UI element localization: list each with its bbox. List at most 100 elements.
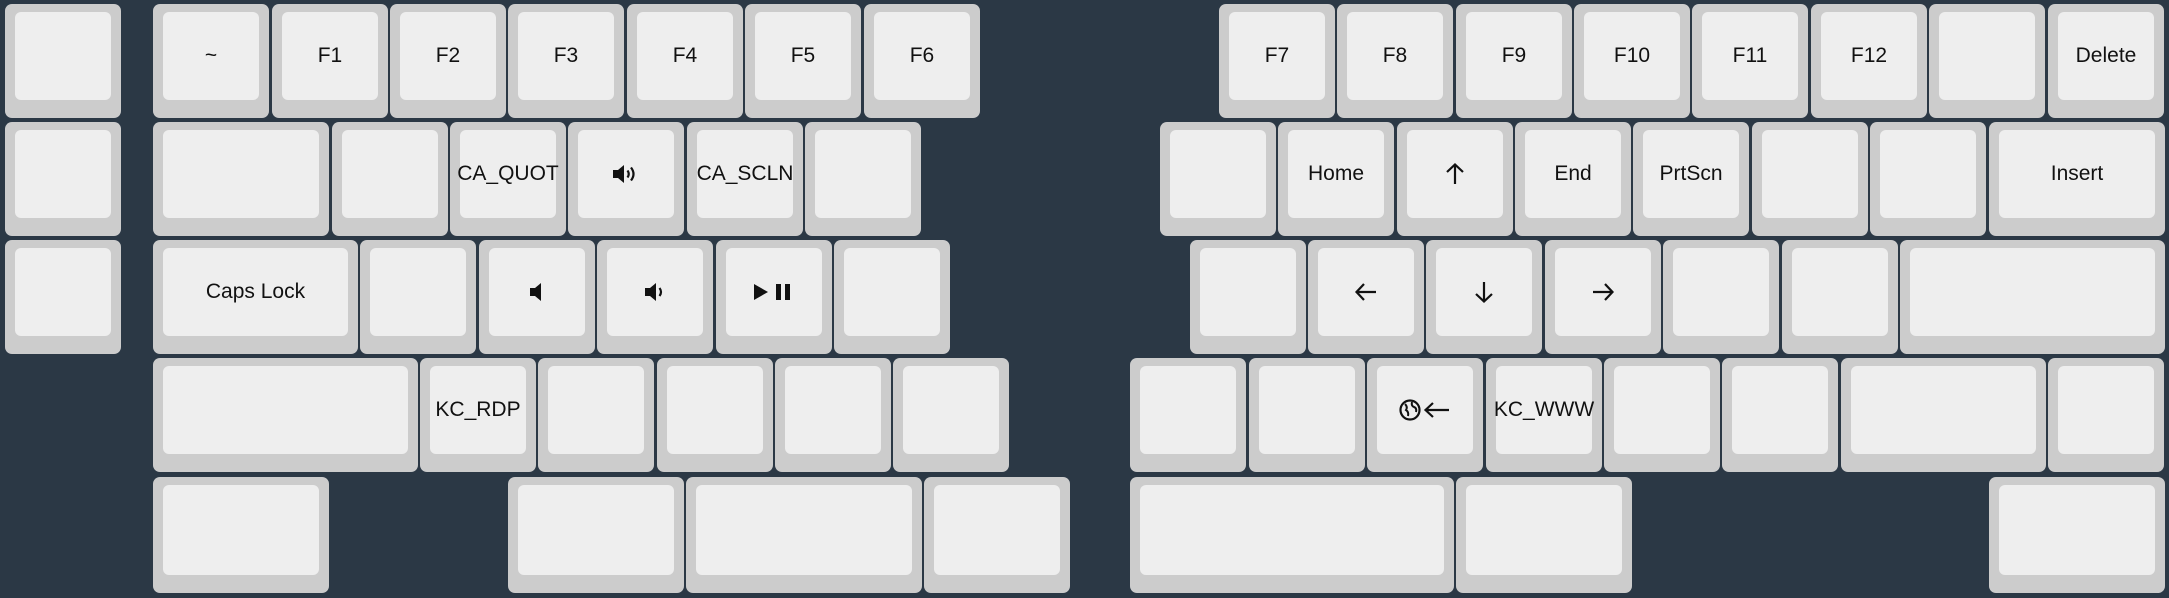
keyboard-layout: ~ F1 F2 F3 F4 F5 F6 CA_QUOT CA_SCLN Caps… <box>0 0 2169 598</box>
key-f10[interactable]: F10 <box>1574 4 1690 118</box>
volume-down-icon <box>645 283 663 301</box>
volume-mute-icon <box>530 283 541 301</box>
key-arrow-up[interactable] <box>1397 122 1513 236</box>
key-f1[interactable]: F1 <box>272 4 388 118</box>
key-f9[interactable]: F9 <box>1456 4 1572 118</box>
key-home[interactable]: Home <box>1278 122 1394 236</box>
key-arrow-down[interactable] <box>1426 240 1542 354</box>
key-prtscn[interactable]: PrtScn <box>1633 122 1749 236</box>
key-blank[interactable] <box>5 4 121 118</box>
key-legend: KC_RDP <box>430 366 526 454</box>
key-blank[interactable] <box>1130 477 1454 593</box>
key-delete[interactable]: Delete <box>2048 4 2164 118</box>
key-legend <box>1939 12 2035 100</box>
key-blank[interactable] <box>1249 358 1365 472</box>
key-blank[interactable] <box>1900 240 2165 354</box>
key-legend <box>163 366 408 454</box>
key-legend <box>15 12 111 100</box>
key-kc-www[interactable]: KC_WWW <box>1486 358 1602 472</box>
key-blank[interactable] <box>805 122 921 236</box>
key-volume-mute[interactable] <box>479 240 595 354</box>
key-f8[interactable]: F8 <box>1337 4 1453 118</box>
key-blank[interactable] <box>360 240 476 354</box>
key-legend <box>1436 248 1532 336</box>
key-blank[interactable] <box>153 477 329 593</box>
key-f6[interactable]: F6 <box>864 4 980 118</box>
key-legend <box>15 130 111 218</box>
key-blank[interactable] <box>153 358 418 472</box>
key-insert[interactable]: Insert <box>1989 122 2165 236</box>
key-blank[interactable] <box>1870 122 1986 236</box>
arrow-down-icon <box>1475 282 1493 304</box>
key-blank[interactable] <box>834 240 950 354</box>
key-blank[interactable] <box>1130 358 1246 472</box>
key-legend: Home <box>1288 130 1384 218</box>
key-blank[interactable] <box>775 358 891 472</box>
key-blank[interactable] <box>924 477 1070 593</box>
key-volume-up[interactable] <box>568 122 684 236</box>
key-legend <box>696 485 912 575</box>
key-arrow-left[interactable] <box>1308 240 1424 354</box>
key-legend <box>1555 248 1651 336</box>
key-legend <box>785 366 881 454</box>
key-blank[interactable] <box>1782 240 1898 354</box>
key-blank[interactable] <box>657 358 773 472</box>
key-legend: End <box>1525 130 1621 218</box>
key-blank[interactable] <box>153 122 329 236</box>
key-blank[interactable] <box>1190 240 1306 354</box>
key-blank[interactable] <box>508 477 684 593</box>
key-ca-quot[interactable]: CA_QUOT <box>450 122 566 236</box>
key-blank[interactable] <box>1989 477 2165 593</box>
key-browser-back[interactable] <box>1367 358 1483 472</box>
key-kc-rdp[interactable]: KC_RDP <box>420 358 536 472</box>
key-legend: F11 <box>1702 12 1798 100</box>
key-legend: F12 <box>1821 12 1917 100</box>
key-blank[interactable] <box>5 122 121 236</box>
key-legend <box>844 248 940 336</box>
key-end[interactable]: End <box>1515 122 1631 236</box>
key-legend <box>1377 366 1473 454</box>
key-legend: KC_WWW <box>1494 366 1594 454</box>
key-legend <box>370 248 466 336</box>
key-blank[interactable] <box>538 358 654 472</box>
key-blank[interactable] <box>1604 358 1720 472</box>
key-blank[interactable] <box>1929 4 2045 118</box>
key-legend <box>1910 248 2155 336</box>
key-play-pause[interactable] <box>716 240 832 354</box>
key-legend <box>489 248 585 336</box>
key-f4[interactable]: F4 <box>627 4 743 118</box>
key-blank[interactable] <box>1160 122 1276 236</box>
key-blank[interactable] <box>1722 358 1838 472</box>
key-arrow-right[interactable] <box>1545 240 1661 354</box>
key-f7[interactable]: F7 <box>1219 4 1335 118</box>
key-legend <box>578 130 674 218</box>
key-f12[interactable]: F12 <box>1811 4 1927 118</box>
key-blank[interactable] <box>1841 358 2046 472</box>
key-legend: F3 <box>518 12 614 100</box>
key-legend <box>1140 366 1236 454</box>
key-legend <box>518 485 674 575</box>
key-volume-down[interactable] <box>597 240 713 354</box>
key-blank[interactable] <box>332 122 448 236</box>
key-blank[interactable] <box>1752 122 1868 236</box>
key-blank[interactable] <box>1663 240 1779 354</box>
key-legend: F8 <box>1347 12 1443 100</box>
arrow-up-icon <box>1446 162 1464 184</box>
key-blank[interactable] <box>686 477 922 593</box>
key-legend <box>607 248 703 336</box>
key-legend <box>1170 130 1266 218</box>
key-f5[interactable]: F5 <box>745 4 861 118</box>
key-f2[interactable]: F2 <box>390 4 506 118</box>
key-blank[interactable] <box>5 240 121 354</box>
key-caps-lock[interactable]: Caps Lock <box>153 240 358 354</box>
key-blank[interactable] <box>893 358 1009 472</box>
key-legend: F10 <box>1584 12 1680 100</box>
key-blank[interactable] <box>1456 477 1632 593</box>
key-blank[interactable] <box>2048 358 2164 472</box>
key-ca-scln[interactable]: CA_SCLN <box>687 122 803 236</box>
key-tilde[interactable]: ~ <box>153 4 269 118</box>
key-legend: PrtScn <box>1643 130 1739 218</box>
key-f11[interactable]: F11 <box>1692 4 1808 118</box>
key-legend <box>163 485 319 575</box>
key-f3[interactable]: F3 <box>508 4 624 118</box>
